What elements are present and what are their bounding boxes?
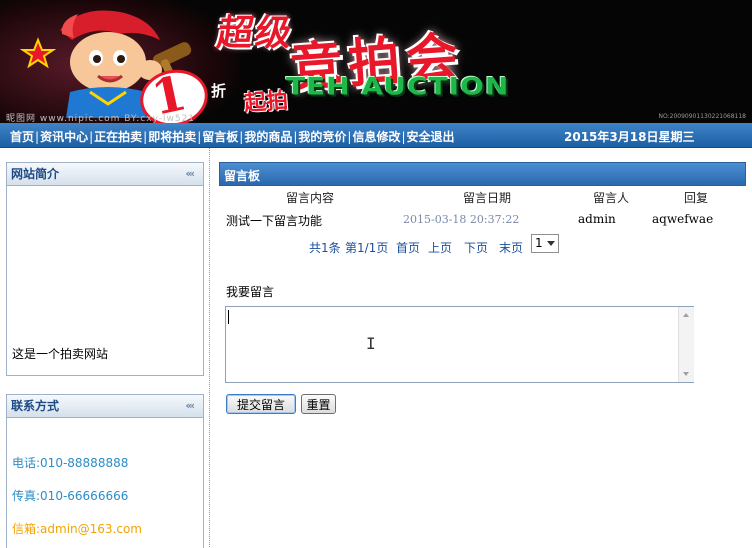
contact-header: 联系方式 ‹‹‹: [7, 395, 203, 418]
nav-separator: |: [89, 130, 94, 144]
site-intro-header: 网站简介 ‹‹‹: [7, 163, 203, 186]
column-header-reply: 回复: [684, 191, 709, 205]
nav-my-bids[interactable]: 我的竞价: [298, 130, 346, 144]
pager-last-link[interactable]: 末页: [499, 239, 523, 256]
nav-message-board[interactable]: 留言板: [202, 130, 238, 144]
nav-links: 首页|资讯中心|正在拍卖|即将拍卖|留言板|我的商品|我的竞价|信息修改|安全退…: [10, 128, 455, 145]
pager-next-link[interactable]: 下页: [464, 239, 488, 256]
page-select-value: 1: [535, 236, 543, 250]
nav-separator: |: [347, 130, 352, 144]
site-intro-title: 网站简介: [11, 167, 60, 181]
badge-qipai-text: 起拍: [243, 87, 290, 117]
column-divider: [209, 148, 210, 547]
message-reply: aqwefwae: [652, 212, 714, 226]
nav-home[interactable]: 首页: [10, 130, 34, 144]
nav-upcoming-auctions[interactable]: 即将拍卖: [148, 130, 196, 144]
message-date: 2015-03-18 20:37:22: [403, 213, 520, 226]
nav-my-items[interactable]: 我的商品: [244, 130, 292, 144]
contact-title: 联系方式: [11, 399, 60, 413]
nav-separator: |: [401, 130, 406, 144]
collapse-arrows-icon[interactable]: ‹‹‹: [185, 395, 195, 417]
contact-email: 信箱:admin@163.com: [12, 522, 142, 536]
banner-watermark-left: 昵图网 www.nipic.com BY:cxy-lw521: [6, 114, 196, 123]
pager-total: 共1条: [309, 241, 341, 255]
textarea-scrollbar[interactable]: [678, 307, 694, 382]
nav-current-auctions[interactable]: 正在拍卖: [94, 130, 142, 144]
message-board-title: 留言板: [224, 169, 261, 183]
nav-separator: |: [239, 130, 244, 144]
column-header-content: 留言内容: [286, 191, 335, 205]
message-board-header: 留言板: [219, 162, 746, 186]
current-date: 2015年3月18日星期三: [564, 130, 695, 144]
ibeam-cursor-icon: I: [366, 334, 376, 353]
submit-message-button[interactable]: 提交留言: [226, 394, 296, 414]
banner-title-english: TEH AUCTION: [286, 72, 510, 101]
message-author: admin: [578, 212, 616, 226]
site-intro-text: 这是一个拍卖网站: [12, 347, 109, 361]
site-banner: 1 折 起拍 超级 竞拍会 TEH AUCTION 昵图网 www.nipic.…: [0, 0, 752, 123]
pager-first-link[interactable]: 首页: [396, 239, 420, 256]
message-textarea[interactable]: [225, 306, 694, 383]
reset-button[interactable]: 重置: [301, 394, 336, 414]
badge-zhe-text: 折: [211, 82, 227, 100]
text-caret: [228, 310, 229, 324]
nav-edit-profile[interactable]: 信息修改: [352, 130, 400, 144]
site-intro-panel: 网站简介 ‹‹‹ 这是一个拍卖网站: [6, 162, 204, 376]
contact-panel: 联系方式 ‹‹‹ 电话:010-88888888 传真:010-66666666…: [6, 394, 204, 548]
banner-title-top: 超级: [214, 12, 297, 54]
compose-label: 我要留言: [226, 285, 275, 299]
column-header-date: 留言日期: [463, 191, 512, 205]
nav-separator: |: [197, 130, 202, 144]
contact-phone: 电话:010-88888888: [12, 456, 129, 470]
message-content: 测试一下留言功能: [226, 214, 323, 228]
nav-news-center[interactable]: 资讯中心: [40, 130, 88, 144]
nav-separator: |: [143, 130, 148, 144]
nav-separator: |: [35, 130, 40, 144]
chevron-down-icon: [547, 241, 555, 246]
scroll-down-icon[interactable]: [683, 372, 689, 376]
contact-fax: 传真:010-66666666: [12, 489, 129, 503]
page-select[interactable]: 1: [531, 234, 559, 253]
banner-watermark-right: NO:20090901130221068118: [658, 113, 746, 120]
pager-page-info: 第1/1页: [345, 241, 389, 255]
nav-separator: |: [293, 130, 298, 144]
scroll-up-icon[interactable]: [683, 313, 689, 317]
main-nav-bar: 首页|资讯中心|正在拍卖|即将拍卖|留言板|我的商品|我的竞价|信息修改|安全退…: [0, 123, 752, 148]
collapse-arrows-icon[interactable]: ‹‹‹: [185, 163, 195, 185]
nav-logout[interactable]: 安全退出: [407, 130, 455, 144]
pager-prev-link[interactable]: 上页: [428, 239, 452, 256]
column-header-author: 留言人: [593, 191, 630, 205]
